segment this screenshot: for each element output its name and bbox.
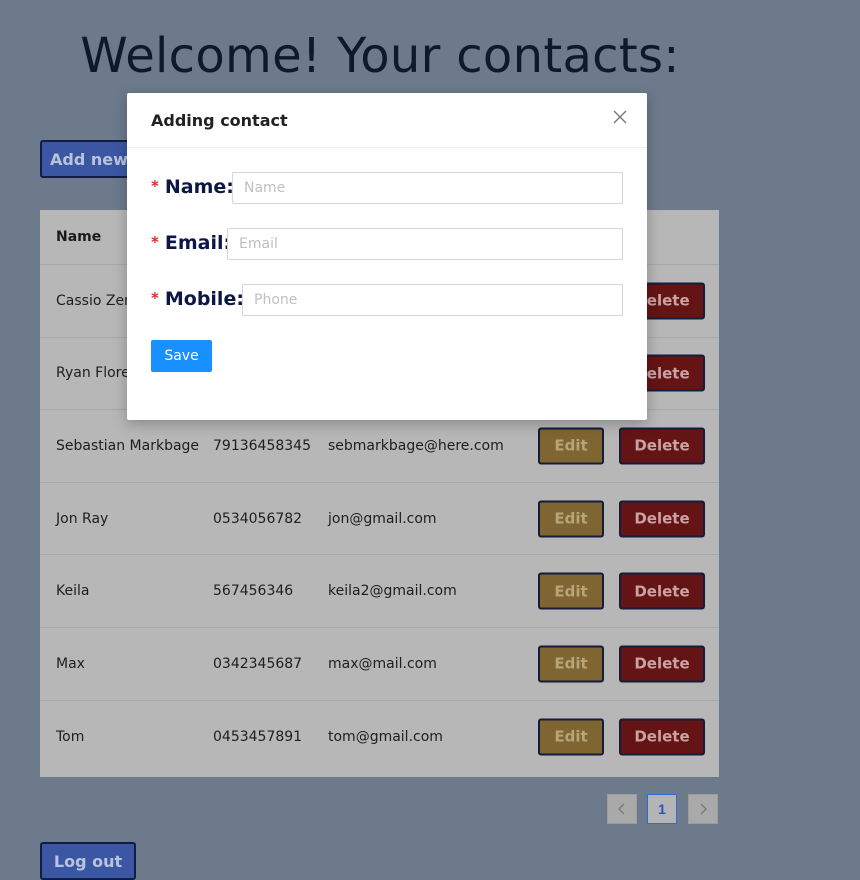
edit-button[interactable]: Edit bbox=[538, 427, 604, 465]
contact-email: sebmarkbage@here.com bbox=[328, 437, 504, 454]
edit-button[interactable]: Edit bbox=[538, 645, 604, 683]
mobile-label: * Mobile: bbox=[151, 288, 244, 310]
modal-header: Adding contact bbox=[127, 93, 647, 148]
delete-button[interactable]: Delete bbox=[619, 500, 705, 538]
edit-button[interactable]: Edit bbox=[538, 572, 604, 610]
contact-name: Keila bbox=[56, 583, 90, 600]
delete-button[interactable]: Delete bbox=[619, 645, 705, 683]
mobile-input[interactable] bbox=[242, 284, 623, 316]
required-marker: * bbox=[151, 177, 159, 195]
table-row: Jon Ray 0534056782 jon@gmail.com Edit De… bbox=[40, 483, 719, 556]
page-title: Welcome! Your contacts: bbox=[80, 28, 680, 84]
contact-phone: 0342345687 bbox=[213, 655, 303, 672]
table-row: Keila 567456346 keila2@gmail.com Edit De… bbox=[40, 555, 719, 628]
contact-phone: 0453457891 bbox=[213, 728, 303, 745]
mobile-label-text: Mobile: bbox=[164, 288, 244, 310]
email-form-row: * Email: bbox=[151, 228, 623, 260]
contact-email: tom@gmail.com bbox=[328, 728, 443, 745]
delete-button[interactable]: Delete bbox=[619, 718, 705, 756]
name-form-row: * Name: bbox=[151, 172, 623, 204]
close-icon[interactable] bbox=[613, 110, 627, 124]
contact-email: keila2@gmail.com bbox=[328, 583, 457, 600]
column-header-name: Name bbox=[56, 229, 102, 245]
email-label: * Email: bbox=[151, 232, 231, 254]
mobile-form-row: * Mobile: bbox=[151, 284, 623, 316]
contact-name: Tom bbox=[56, 728, 85, 745]
save-button[interactable]: Save bbox=[151, 340, 212, 372]
delete-button[interactable]: Delete bbox=[619, 427, 705, 465]
email-input[interactable] bbox=[227, 228, 623, 260]
chevron-right-icon bbox=[700, 803, 707, 815]
table-row: Max 0342345687 max@mail.com Edit Delete bbox=[40, 628, 719, 701]
pagination-page-1[interactable]: 1 bbox=[647, 794, 677, 824]
edit-button[interactable]: Edit bbox=[538, 718, 604, 756]
name-label: * Name: bbox=[151, 176, 234, 198]
pagination-prev-button[interactable] bbox=[607, 794, 637, 824]
contact-name: Max bbox=[56, 655, 85, 672]
contact-phone: 79136458345 bbox=[213, 437, 311, 454]
contact-email: max@mail.com bbox=[328, 655, 437, 672]
contact-email: jon@gmail.com bbox=[328, 510, 437, 527]
contact-name: Jon Ray bbox=[56, 510, 109, 527]
contact-phone: 0534056782 bbox=[213, 510, 303, 527]
chevron-left-icon bbox=[618, 803, 625, 815]
delete-button[interactable]: Delete bbox=[619, 572, 705, 610]
logout-button[interactable]: Log out bbox=[40, 842, 136, 880]
email-label-text: Email: bbox=[164, 232, 232, 254]
pagination-next-button[interactable] bbox=[688, 794, 718, 824]
name-label-text: Name: bbox=[164, 176, 234, 198]
edit-button[interactable]: Edit bbox=[538, 500, 604, 538]
required-marker: * bbox=[151, 289, 159, 307]
contact-name: Cassio Zen bbox=[56, 292, 133, 309]
name-input[interactable] bbox=[232, 172, 623, 204]
add-new-button[interactable]: Add new bbox=[40, 140, 138, 178]
add-contact-modal: Adding contact * Name: * Email: * Mobile: S… bbox=[127, 93, 647, 420]
table-row: Tom 0453457891 tom@gmail.com Edit Delete bbox=[40, 701, 719, 774]
table-row: Sebastian Markbage 79136458345 sebmarkba… bbox=[40, 410, 719, 483]
contact-phone: 567456346 bbox=[213, 583, 294, 600]
contact-name: Sebastian Markbage bbox=[56, 437, 200, 454]
required-marker: * bbox=[151, 233, 159, 251]
modal-title: Adding contact bbox=[151, 111, 288, 130]
